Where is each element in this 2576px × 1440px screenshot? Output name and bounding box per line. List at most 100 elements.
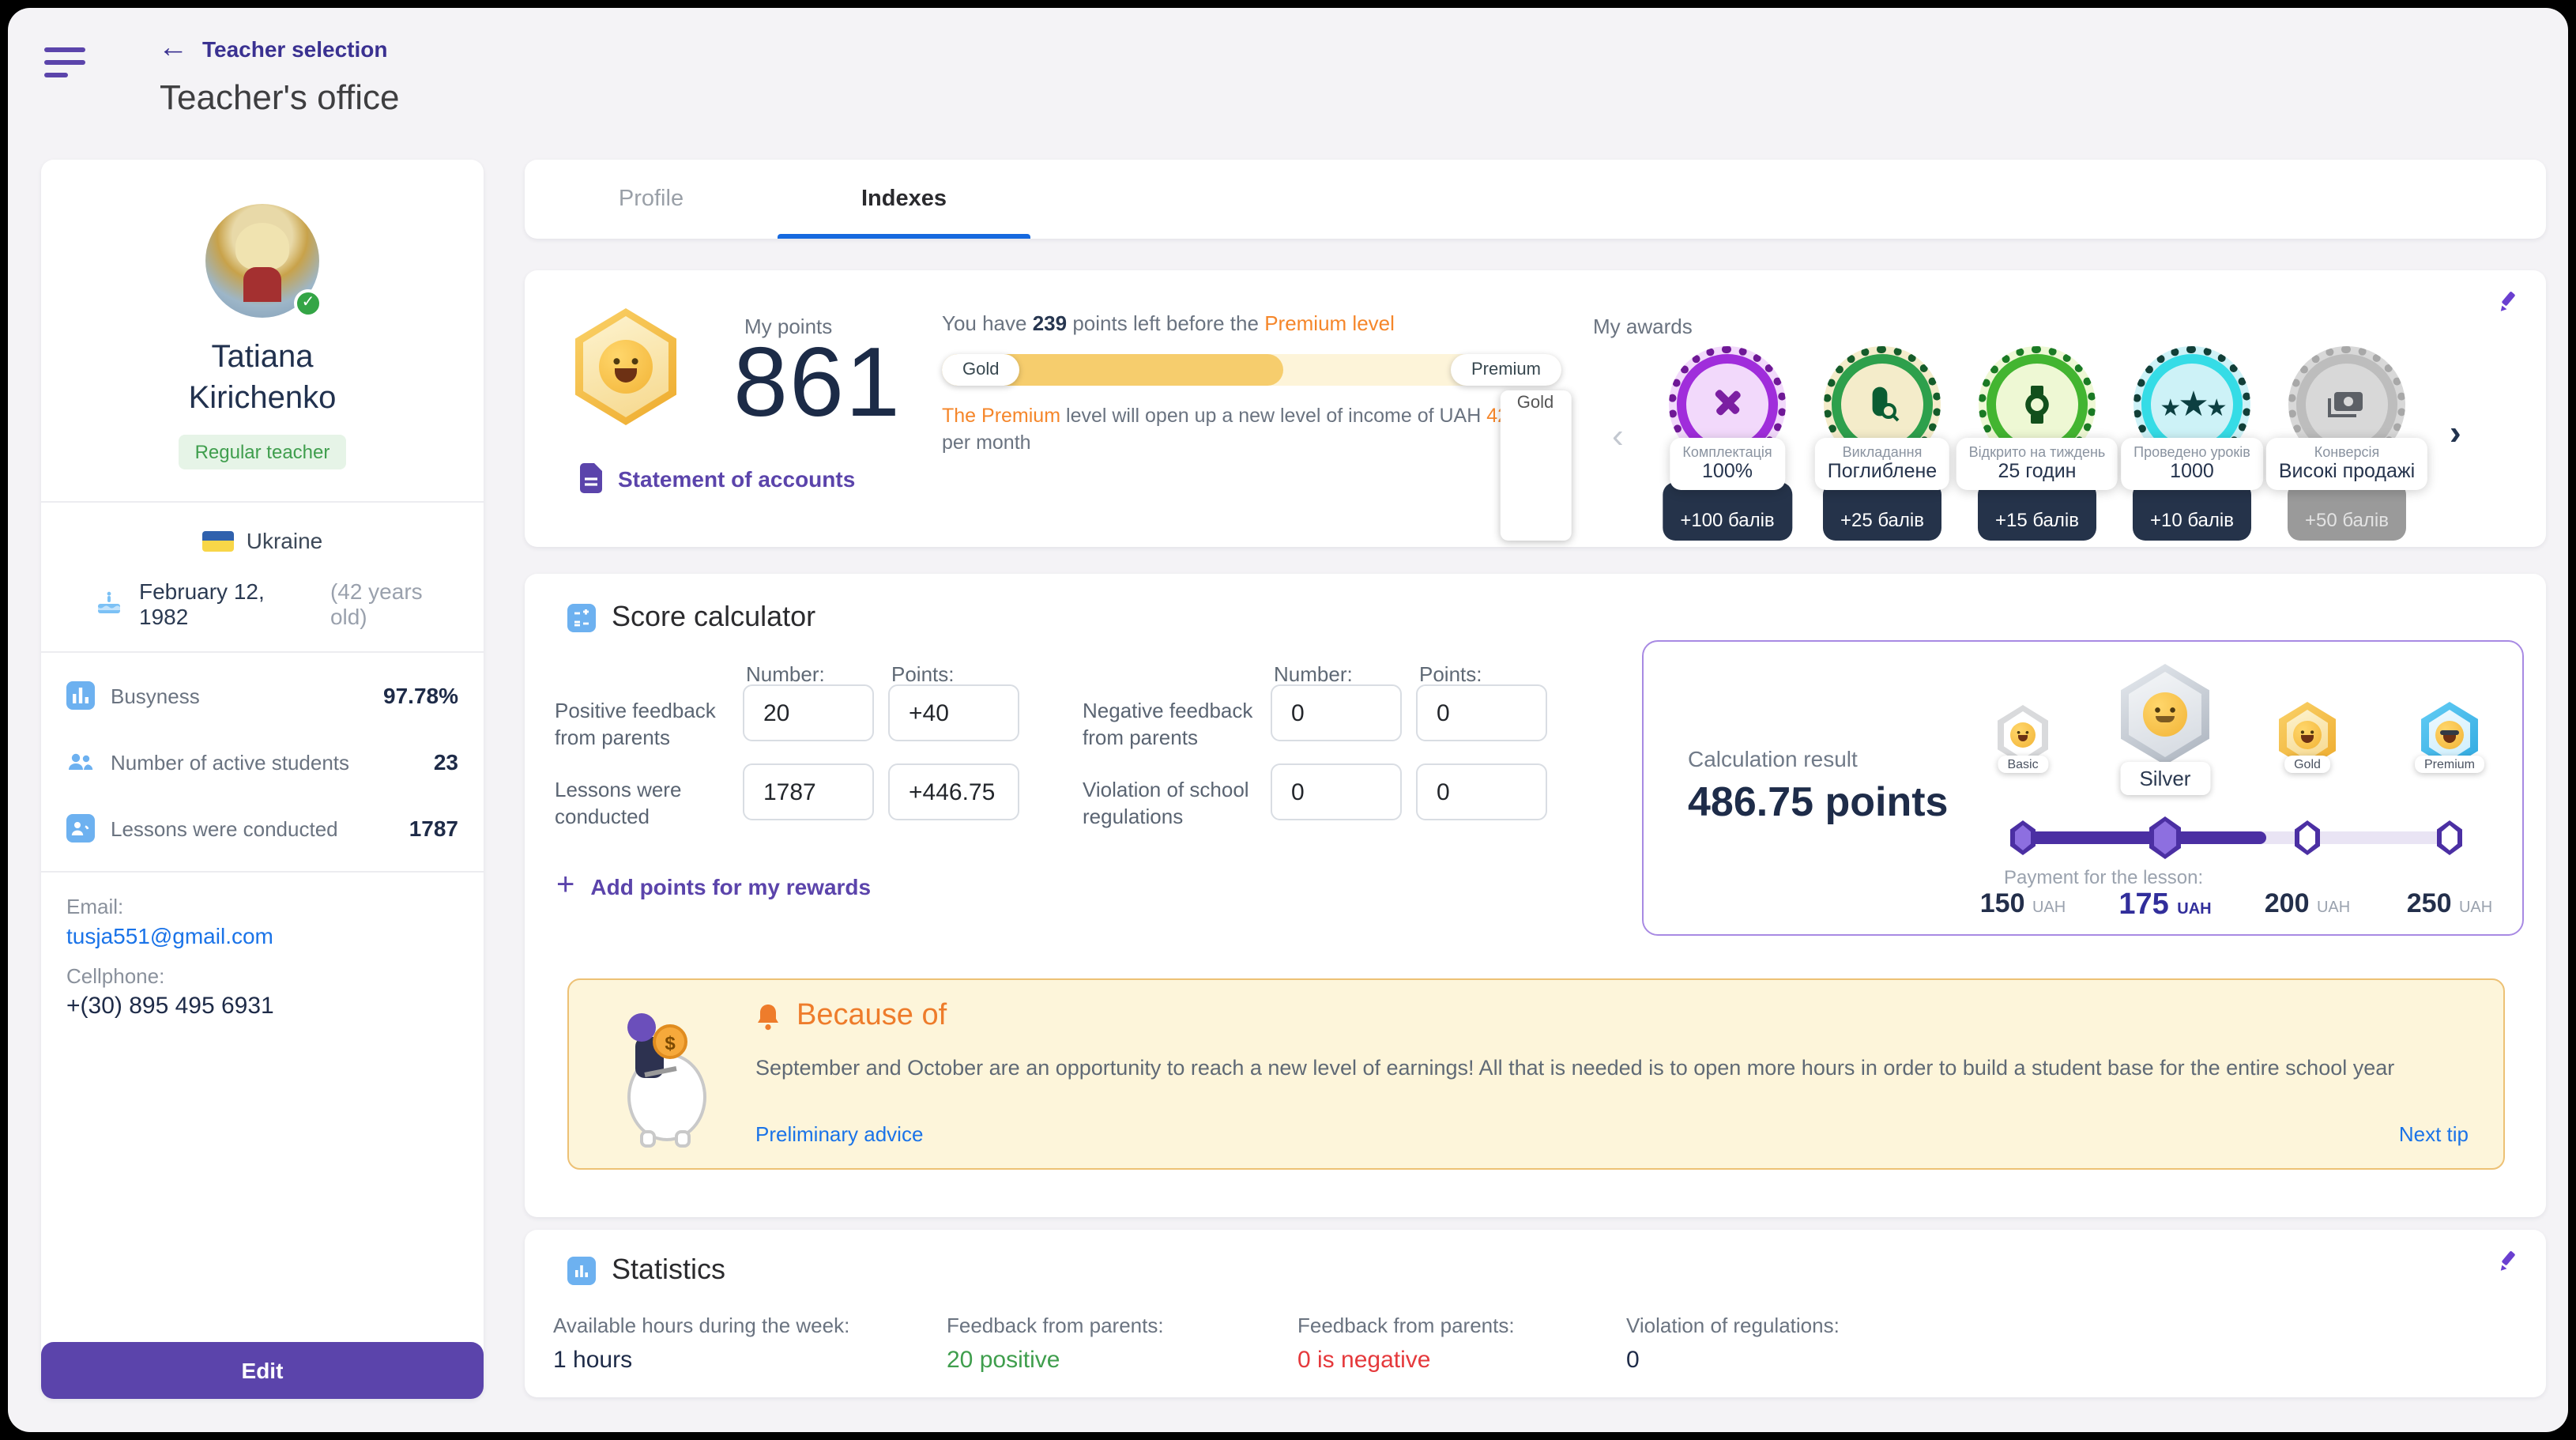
level-progress: You have 239 points left before the Prem… [942,311,1561,457]
my-awards-label: My awards [1593,315,1693,338]
col-points-right: Points: [1419,662,1482,686]
cellphone-value: +(30) 895 495 6931 [66,993,458,1020]
calculator-icon [567,603,596,631]
col-number-right: Number: [1274,662,1353,686]
stat-row-busyness: Busyness 97.78% [63,662,461,729]
progress-gold-pill: Gold [942,354,1020,386]
watch-icon [2017,384,2058,425]
negative-feedback-points-input[interactable] [1416,684,1547,741]
positive-feedback-number-input[interactable] [743,684,874,741]
slider-fill [2023,831,2266,844]
tip-banner: $ Because of September and October are a… [567,978,2505,1170]
bar-chart-icon [66,681,95,710]
slider-handle-150[interactable] [2010,820,2036,855]
silver-level-chip: Silver [2120,762,2209,795]
ukraine-flag-icon [202,530,234,551]
stat-available-hours: Available hours during the week: 1 hours [553,1314,849,1374]
age-note: (42 years old) [330,579,461,629]
calculation-result-panel: Calculation result 486.75 points Basic S… [1642,640,2524,936]
role-badge: Regular teacher [179,435,346,469]
test-tube-search-icon [1862,384,1903,425]
progress-text: You have 239 points left before the Prem… [942,311,1561,335]
calculation-result-value: 486.75 points [1688,778,1948,827]
edit-awards-pencil-icon[interactable] [2497,289,2521,313]
slider-handle-250[interactable] [2437,820,2462,855]
row-label-violation: Violation of school regulations [1083,776,1269,830]
award-konversia-locked[interactable]: +50 балів КонверсіяВисокі продажі [2269,340,2424,542]
next-tip-link[interactable]: Next tip [2399,1122,2469,1146]
awards-next-icon[interactable]: › [2450,413,2461,454]
stat-violations: Violation of regulations: 0 [1626,1314,1840,1374]
progress-premium-pill: Premium [1451,354,1561,386]
tab-indexes[interactable]: Indexes [778,160,1030,239]
score-calculator-title: Score calculator [612,601,815,634]
teacher-name: Tatiana Kirichenko [41,337,484,419]
slider-handle-200[interactable] [2295,820,2320,855]
row-label-negative-feedback: Negative feedback from parents [1083,697,1269,751]
payment-250: 250 UAH [2407,888,2492,920]
lessons-points-input[interactable] [888,763,1019,820]
edit-statistics-pencil-icon[interactable] [2497,1249,2521,1272]
statistics-card: Statistics Available hours during the we… [525,1230,2546,1397]
col-number-left: Number: [746,662,825,686]
payment-150: 150 UAH [1980,888,2066,920]
piggy-bank-illustration: $ [607,999,721,1151]
edit-button[interactable]: Edit [41,1342,484,1399]
add-points-link[interactable]: + Add points for my rewards [556,868,871,904]
menu-icon[interactable] [44,47,85,79]
email-link[interactable]: tusja551@gmail.com [66,923,458,948]
gold-level-chip-small: Gold [2284,756,2330,773]
col-points-left: Points: [891,662,955,686]
statement-of-accounts-link[interactable]: Statement of accounts [578,463,855,493]
award-vykladannia[interactable]: +25 балів ВикладанняПоглиблене [1805,340,1960,542]
country-label: Ukraine [247,528,323,553]
students-icon [66,748,95,776]
violation-points-input[interactable] [1416,763,1547,820]
birthday-cake-icon [95,590,123,618]
silver-level-badge [2121,664,2209,765]
lessons-number-input[interactable] [743,763,874,820]
document-icon [578,463,604,493]
basic-level-chip: Basic [1998,756,2047,773]
banknote-icon [2325,384,2369,425]
positive-feedback-points-input[interactable] [888,684,1019,741]
back-arrow-icon: ← [158,38,188,60]
award-komplektacia[interactable]: +100 балів Комплектація100% [1650,340,1805,542]
cellphone-label: Cellphone: [66,964,458,988]
back-link[interactable]: ← Teacher selection [158,36,388,62]
crossed-tools-icon [1707,384,1748,425]
email-label: Email: [66,895,458,918]
row-label-positive-feedback: Positive feedback from parents [555,697,741,751]
verified-badge-icon: ✓ [294,289,322,318]
calculation-result-label: Calculation result [1688,746,1858,771]
slider-handle-175[interactable] [2149,816,2181,859]
score-calculator-card: Score calculator Number: Points: Number:… [525,574,2546,1217]
preliminary-advice-link[interactable]: Preliminary advice [755,1122,923,1146]
awards-prev-icon[interactable]: ‹ [1612,416,1624,457]
three-stars-icon: ★★★ [2160,384,2224,425]
award-urokiv[interactable]: ★★★ +10 балів Проведено уроків1000 [2115,340,2269,542]
awards-list: +100 балів Комплектація100% +25 балів Ви… [1650,340,2424,542]
stat-row-lessons: Lessons were conducted 1787 [63,795,461,861]
tabs-bar: Profile Indexes [525,160,2546,239]
stat-negative-feedback: Feedback from parents: 0 is negative [1297,1314,1515,1374]
plus-icon: + [556,868,574,904]
page-title: Teacher's office [160,77,400,119]
row-label-lessons: Lessons were conducted [555,776,741,830]
payment-slider [2023,831,2450,844]
statistics-icon [567,1256,596,1284]
award-vidkryto[interactable]: +15 балів Відкрито на тиждень25 годин [1960,340,2115,542]
violation-number-input[interactable] [1271,763,1402,820]
tab-profile[interactable]: Profile [525,160,778,239]
svg-text:$: $ [665,1033,676,1054]
stat-row-students: Number of active students 23 [63,729,461,795]
gold-level-chip: Gold [1500,390,1572,541]
payment-175-current: 175 UAH [2118,888,2211,923]
gold-level-badge [575,308,676,425]
payment-200: 200 UAH [2265,888,2350,920]
birthday-value: February 12, 1982 [139,579,314,629]
tip-body: September and October are an opportunity… [755,1053,2462,1083]
statistics-title: Statistics [612,1253,725,1287]
negative-feedback-number-input[interactable] [1271,684,1402,741]
bell-icon [755,1002,781,1031]
